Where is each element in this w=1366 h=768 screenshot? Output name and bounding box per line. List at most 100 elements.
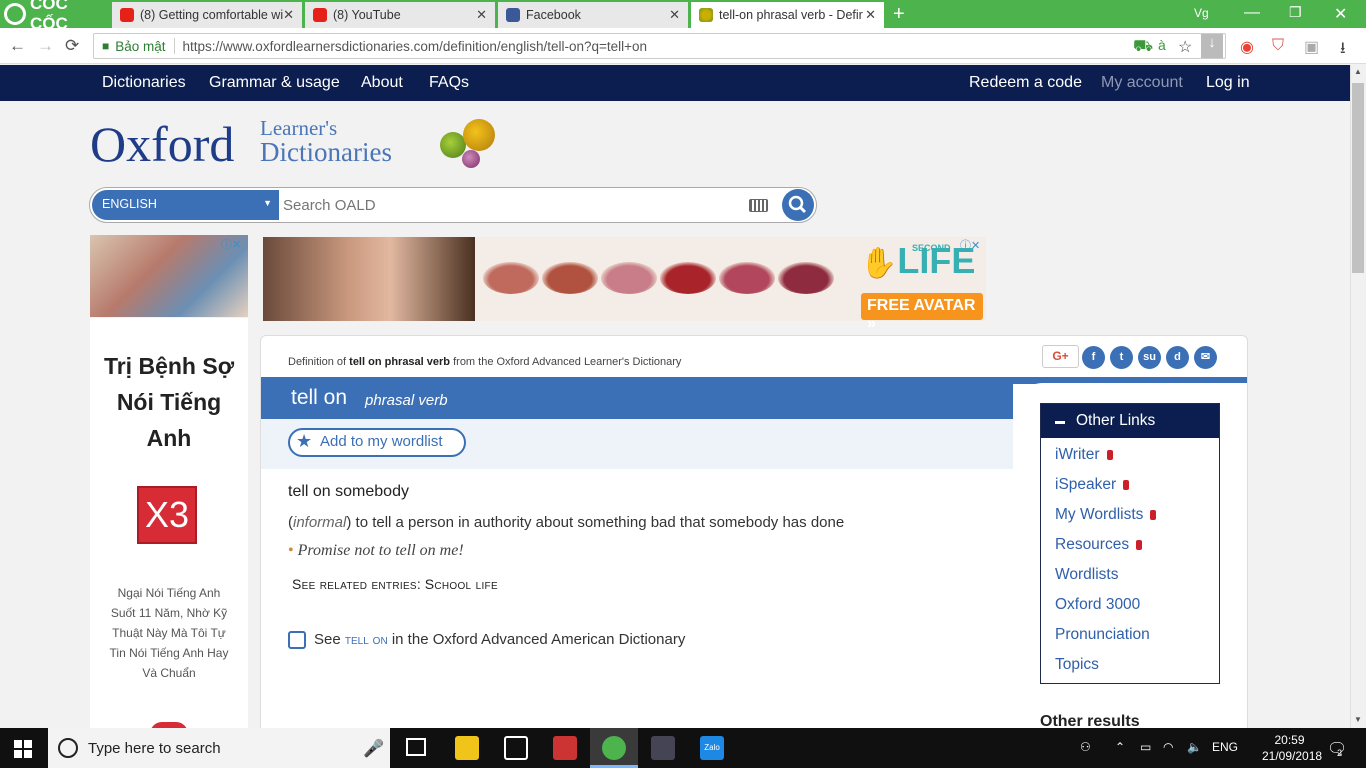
- google-plus-button[interactable]: G+: [1042, 345, 1079, 368]
- search-icon: [788, 195, 807, 214]
- store-icon[interactable]: [504, 736, 528, 760]
- collapse-icon[interactable]: [1055, 421, 1065, 424]
- free-avatar-button[interactable]: FREE AVATAR »: [861, 293, 983, 332]
- file-explorer-icon[interactable]: [455, 736, 479, 760]
- windows-start-icon[interactable]: [14, 740, 32, 758]
- link-ispeaker[interactable]: iSpeaker: [1055, 476, 1130, 494]
- lips-image: [601, 262, 657, 294]
- coccoc-icon[interactable]: [602, 736, 626, 760]
- free-avatar-label: FREE AVATAR: [867, 297, 976, 314]
- url-text[interactable]: https://www.oxfordlearnersdictionaries.c…: [183, 39, 648, 54]
- keyboard-icon[interactable]: [749, 199, 768, 212]
- taskbar-search-box[interactable]: Type here to search: [48, 728, 390, 768]
- divider: [173, 38, 175, 54]
- cart-icon[interactable]: ⛟: [1133, 37, 1153, 57]
- tab-title: (8) YouTube: [333, 8, 401, 22]
- chevron-up-icon[interactable]: ⌃: [1115, 740, 1125, 754]
- microphone-icon[interactable]: 🎤: [363, 739, 384, 759]
- app-icon[interactable]: [651, 736, 675, 760]
- forward-icon[interactable]: →: [37, 36, 54, 56]
- tab-facebook[interactable]: Facebook ✕: [498, 2, 688, 28]
- extension-circle-icon[interactable]: ◉: [1240, 37, 1254, 57]
- side-ad-description[interactable]: Ngại Nói Tiếng Anh Suốt 11 Năm, Nhờ Kỹ T…: [104, 583, 234, 683]
- add-to-wordlist-button[interactable]: Add to my wordlist: [288, 428, 466, 457]
- twitter-icon[interactable]: t: [1110, 346, 1133, 369]
- app-icon[interactable]: [553, 736, 577, 760]
- close-icon[interactable]: ✕: [476, 7, 487, 23]
- nav-redeem-code[interactable]: Redeem a code: [969, 74, 1082, 92]
- clock-date: 21/09/2018: [1262, 749, 1323, 763]
- dictionaries-logo-text: Dictionaries: [260, 137, 392, 167]
- volume-icon[interactable]: 🔈: [1187, 740, 1202, 754]
- link-topics[interactable]: Topics: [1055, 656, 1099, 674]
- dictionary-icon[interactable]: à: [1158, 37, 1166, 53]
- side-ad-badge[interactable]: X3: [137, 486, 197, 544]
- close-icon[interactable]: ✕: [283, 7, 294, 23]
- related-link-school-life[interactable]: School life: [425, 576, 498, 592]
- link-my-wordlists[interactable]: My Wordlists: [1055, 506, 1157, 524]
- nav-grammar-usage[interactable]: Grammar & usage: [209, 74, 340, 92]
- shield-icon[interactable]: ⛉: [1272, 37, 1284, 55]
- close-icon[interactable]: ✕: [865, 7, 876, 23]
- second-life-logo: ✋LIFE: [860, 240, 976, 281]
- scroll-up-icon[interactable]: ▲: [1354, 67, 1362, 76]
- task-view-icon[interactable]: [406, 738, 426, 756]
- language-select[interactable]: ENGLISH ▼: [92, 190, 279, 220]
- tab-youtube[interactable]: (8) YouTube ✕: [305, 2, 495, 28]
- reload-icon[interactable]: ⟳: [65, 36, 79, 56]
- download-icon[interactable]: ↓: [1201, 34, 1223, 58]
- link-resources[interactable]: Resources: [1055, 536, 1143, 554]
- language-indicator[interactable]: ENG: [1212, 740, 1238, 754]
- zalo-icon[interactable]: Zalo: [700, 736, 724, 760]
- tab-title: Facebook: [526, 8, 581, 22]
- email-icon[interactable]: ✉: [1194, 346, 1217, 369]
- link-pronunciation[interactable]: Pronunciation: [1055, 626, 1150, 644]
- nav-my-account[interactable]: My account: [1101, 74, 1183, 92]
- search-input[interactable]: [283, 192, 733, 218]
- downloads-icon[interactable]: ⭳: [1340, 37, 1346, 64]
- scrollbar-thumb[interactable]: [1352, 83, 1364, 273]
- minimize-icon[interactable]: —: [1244, 4, 1260, 22]
- logo-ball-icon: [463, 119, 495, 151]
- nav-log-in[interactable]: Log in: [1206, 74, 1250, 92]
- link-oxford-3000[interactable]: Oxford 3000: [1055, 596, 1140, 614]
- external-link-icon[interactable]: [288, 631, 306, 649]
- bookmark-star-icon[interactable]: ☆: [1178, 37, 1192, 57]
- see-word-link[interactable]: tell on: [345, 631, 388, 647]
- close-icon[interactable]: ✕: [669, 7, 680, 23]
- scroll-down-icon[interactable]: ▼: [1354, 715, 1362, 724]
- clock[interactable]: 20:59 21/09/2018: [1262, 732, 1323, 764]
- other-links-header[interactable]: Other Links: [1041, 404, 1219, 438]
- address-bar[interactable]: ■ Bảo mật https://www.oxfordlearnersdict…: [93, 33, 1226, 59]
- maximize-icon[interactable]: ❐: [1289, 4, 1302, 21]
- profile-label[interactable]: Vg: [1194, 6, 1209, 20]
- digg-icon[interactable]: d: [1166, 346, 1189, 369]
- extension-icon[interactable]: ▣: [1304, 37, 1319, 57]
- stumbleupon-icon[interactable]: su: [1138, 346, 1161, 369]
- chevron-down-icon: ▼: [263, 198, 272, 208]
- nav-faqs[interactable]: FAQs: [429, 74, 469, 92]
- lock-icon: ■: [102, 39, 110, 53]
- nav-about[interactable]: About: [361, 74, 403, 92]
- tab-youtube-video[interactable]: (8) Getting comfortable wi ✕: [112, 2, 302, 28]
- ad-choices-icon[interactable]: ⓘ✕: [221, 236, 241, 252]
- people-icon[interactable]: ⚇: [1080, 740, 1091, 754]
- tab-oxford-active[interactable]: tell-on phrasal verb - Defir ✕: [691, 2, 884, 28]
- battery-icon[interactable]: ▭: [1140, 740, 1151, 754]
- link-wordlists[interactable]: Wordlists: [1055, 566, 1118, 584]
- side-ad-title[interactable]: Trị Bệnh Sợ Nói Tiếng Anh: [100, 348, 238, 456]
- see-also-american: See tell on in the Oxford Advanced Ameri…: [314, 631, 685, 648]
- lips-image: [542, 262, 598, 294]
- ad-choices-icon[interactable]: ⓘ✕: [960, 237, 980, 253]
- coccoc-menu-button[interactable]: CỐC CỐC: [0, 0, 110, 33]
- facebook-icon[interactable]: f: [1082, 346, 1105, 369]
- see-suffix[interactable]: in the Oxford Advanced American Dictiona…: [392, 631, 685, 648]
- back-icon[interactable]: ←: [9, 36, 26, 56]
- oxford-logo-text[interactable]: Oxford: [90, 115, 234, 173]
- wifi-icon[interactable]: ◠: [1163, 740, 1173, 754]
- nav-dictionaries[interactable]: Dictionaries: [102, 74, 186, 92]
- link-iwriter[interactable]: iWriter: [1055, 446, 1113, 464]
- search-button[interactable]: [782, 189, 814, 221]
- window-close-icon[interactable]: ✕: [1334, 4, 1347, 24]
- new-tab-button[interactable]: +: [893, 3, 905, 26]
